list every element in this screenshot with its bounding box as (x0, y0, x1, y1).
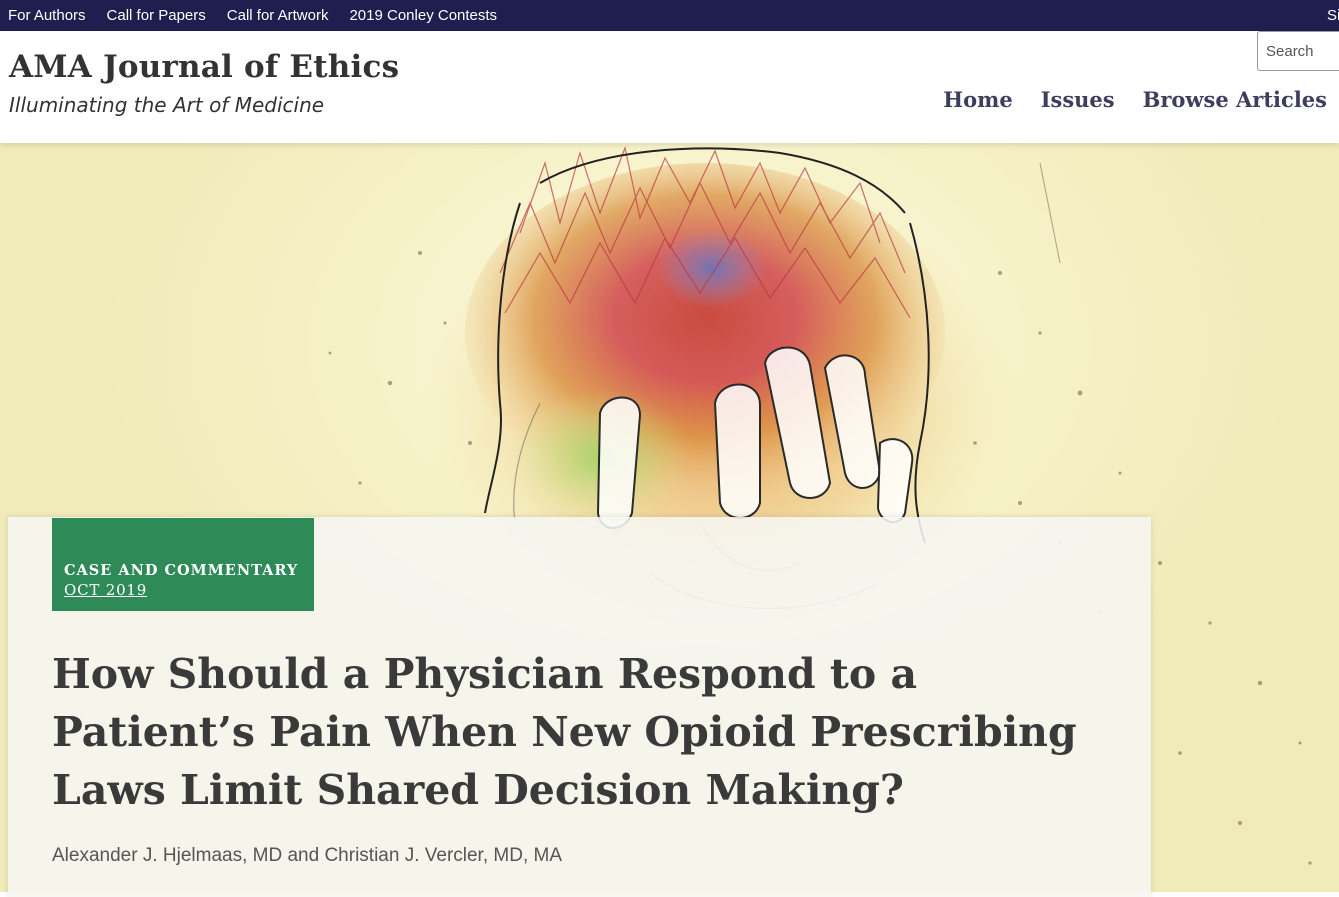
article-authors: Alexander J. Hjelmaas, MD and Christian … (52, 845, 563, 866)
sign-in-link[interactable]: Si (1325, 7, 1339, 24)
call-for-papers-link[interactable]: Call for Papers (107, 7, 206, 24)
issue-date-link[interactable]: OCT 2019 (64, 581, 147, 599)
site-header: AMA Journal of Ethics Illuminating the A… (0, 31, 1339, 143)
conley-contests-link[interactable]: 2019 Conley Contests (349, 7, 497, 24)
nav-issues[interactable]: Issues (1041, 87, 1115, 112)
for-authors-link[interactable]: For Authors (8, 7, 86, 24)
article-card: CASE AND COMMENTARY OCT 2019 How Should … (8, 517, 1151, 897)
nav-home[interactable]: Home (943, 87, 1012, 112)
site-title[interactable]: AMA Journal of Ethics (9, 49, 399, 85)
article-category-tag: CASE AND COMMENTARY OCT 2019 (52, 518, 314, 611)
article-title: How Should a Physician Respond to a Pati… (52, 650, 1077, 814)
article-category: CASE AND COMMENTARY (64, 562, 299, 579)
nav-browse-articles[interactable]: Browse Articles (1143, 87, 1327, 112)
search-input[interactable] (1257, 31, 1339, 71)
truncated-link-container: Si (1325, 0, 1339, 31)
site-tagline: Illuminating the Art of Medicine (9, 93, 325, 117)
main-nav: Home Issues Browse Articles (943, 87, 1327, 112)
utility-bar: For Authors Call for Papers Call for Art… (0, 0, 1339, 31)
call-for-artwork-link[interactable]: Call for Artwork (227, 7, 329, 24)
